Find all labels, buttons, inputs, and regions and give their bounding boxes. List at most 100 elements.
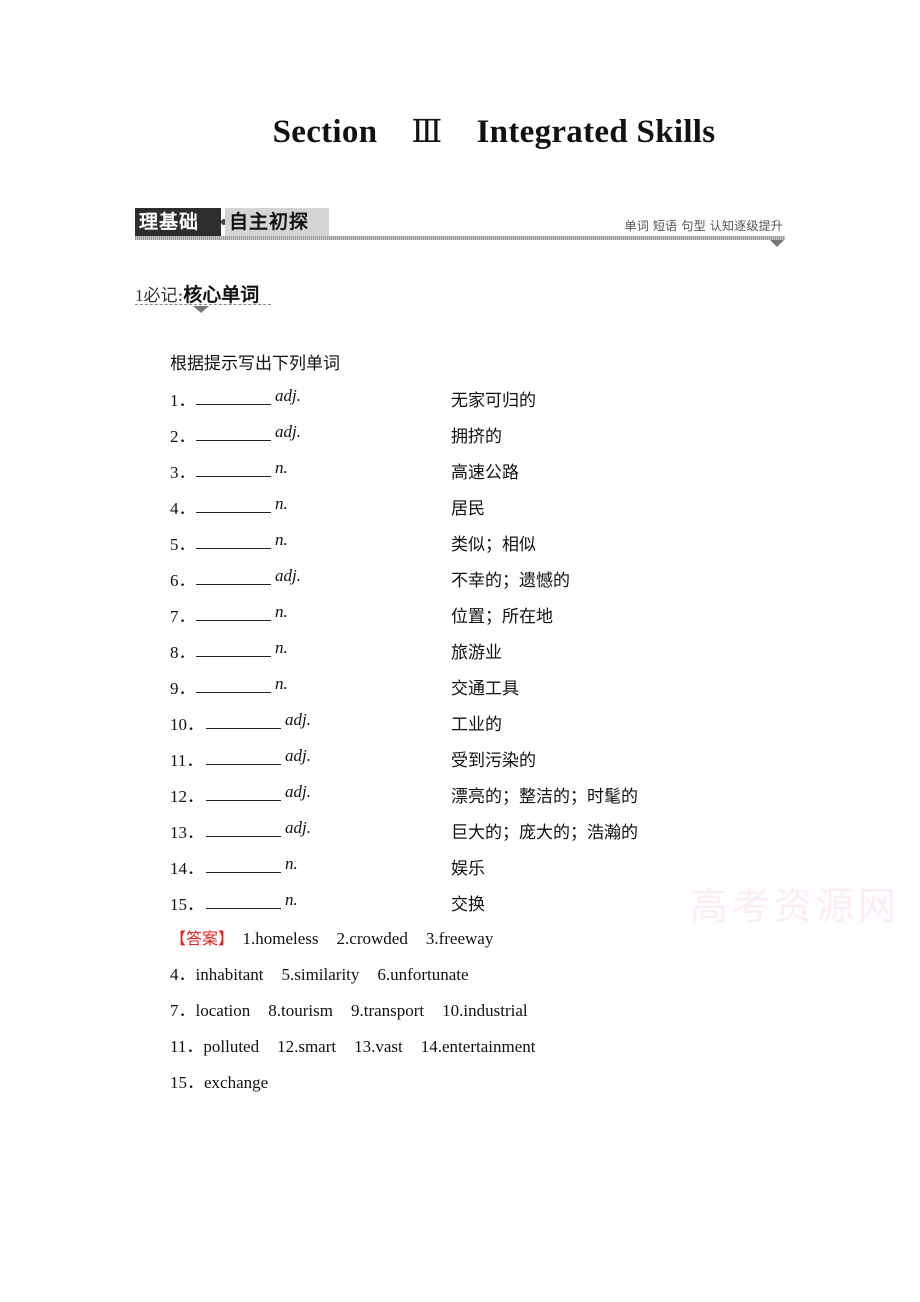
instruction-text: 根据提示写出下列单词 (170, 354, 340, 374)
answer-word: 1.homeless (242, 929, 319, 948)
answer-blank[interactable] (206, 854, 281, 873)
chinese-meaning: 高速公路 (451, 463, 519, 483)
item-number: 1． (170, 391, 196, 410)
chinese-meaning: 不幸的；遗憾的 (451, 571, 570, 591)
banner-light-label: 自主初探 (225, 208, 329, 236)
answer-blank[interactable] (206, 818, 281, 837)
watermark: 高考资源网 (690, 884, 901, 928)
answer-blank[interactable] (206, 782, 281, 801)
answer-block: 【答案】 1.homeless 2.crowded 3.freeway 4．inhab… (170, 927, 553, 1107)
answer-blank[interactable] (196, 530, 271, 549)
item-number: 12． (170, 787, 204, 806)
subsection-title: 核心单词 (183, 284, 260, 306)
part-of-speech: adj. (285, 710, 311, 729)
answer-blank[interactable] (196, 458, 271, 477)
vocab-item: 5． n. 类似；相似 (170, 530, 730, 555)
vocab-item: 9． n. 交通工具 (170, 674, 730, 699)
section-word: Section (272, 114, 378, 150)
vocab-item: 3． n. 高速公路 (170, 458, 730, 483)
part-of-speech: n. (275, 674, 288, 693)
section-banner: 理基础 自主初探 单词 短语 句型 认知逐级提升 (135, 206, 785, 247)
chinese-meaning: 巨大的；庞大的；浩瀚的 (451, 823, 638, 843)
answer-word: 2.crowded (336, 929, 408, 948)
answer-blank[interactable] (206, 890, 281, 909)
item-number: 5． (170, 535, 196, 554)
part-of-speech: n. (275, 458, 288, 477)
part-of-speech: n. (285, 890, 298, 909)
answer-word: 13.vast (354, 1037, 403, 1056)
item-number: 13． (170, 823, 204, 842)
answer-word: 6.unfortunate (377, 965, 469, 984)
answer-word: 5.similarity (281, 965, 360, 984)
part-of-speech: n. (275, 530, 288, 549)
part-of-speech: n. (275, 494, 288, 513)
answer-blank[interactable] (196, 602, 271, 621)
vocab-item: 14． n. 娱乐 (170, 854, 730, 879)
item-number: 6． (170, 571, 196, 590)
item-number: 2． (170, 427, 196, 446)
vocab-item: 6． adj. 不幸的；遗憾的 (170, 566, 730, 591)
item-number: 7． (170, 607, 196, 626)
answer-line: 7．location 8.tourism 9.transport 10.industr… (170, 999, 553, 1035)
answer-blank[interactable] (196, 422, 271, 441)
banner-rule (135, 236, 785, 240)
vocab-item: 12． adj. 漂亮的；整洁的；时髦的 (170, 782, 730, 807)
chinese-meaning: 交换 (451, 895, 485, 915)
part-of-speech: n. (275, 638, 288, 657)
subsection-prefix: 必记: (143, 286, 184, 306)
part-of-speech: adj. (285, 746, 311, 765)
item-number: 14． (170, 859, 204, 878)
answer-blank[interactable] (196, 566, 271, 585)
answer-word: 15．exchange (170, 1073, 269, 1092)
chinese-meaning: 旅游业 (451, 643, 502, 663)
answer-word: 4．inhabitant (170, 965, 264, 984)
part-of-speech: n. (275, 602, 288, 621)
answer-blank[interactable] (196, 638, 271, 657)
item-number: 11． (170, 751, 204, 770)
item-number: 8． (170, 643, 196, 662)
subsection-heading: 1必记:核心单词 (135, 280, 271, 313)
vocab-item: 4． n. 居民 (170, 494, 730, 519)
answer-blank[interactable] (196, 674, 271, 693)
triangle-down-icon (770, 240, 784, 247)
answer-word: 7．location (170, 1001, 251, 1020)
chinese-meaning: 工业的 (451, 715, 502, 735)
triangle-down-icon (193, 306, 209, 313)
section-numeral: Ⅲ (411, 113, 443, 149)
subsection-dashed-underline (135, 304, 271, 305)
answer-line: 4．inhabitant 5.similarity 6.unfortunate (170, 963, 553, 999)
chinese-meaning: 位置；所在地 (451, 607, 553, 627)
answer-word: 3.freeway (425, 929, 494, 948)
item-number: 10． (170, 715, 204, 734)
answer-label: 【答案】 (170, 929, 235, 948)
answer-word: 11．polluted (170, 1037, 260, 1056)
answer-word: 12.smart (277, 1037, 337, 1056)
subsection-number: 1 (135, 286, 144, 305)
chinese-meaning: 娱乐 (451, 859, 485, 879)
item-number: 9． (170, 679, 196, 698)
vocab-item: 11． adj. 受到污染的 (170, 746, 730, 771)
part-of-speech: adj. (275, 566, 301, 585)
answer-blank[interactable] (196, 494, 271, 513)
vocab-item: 10． adj. 工业的 (170, 710, 730, 735)
vocab-item: 13． adj. 巨大的；庞大的；浩瀚的 (170, 818, 730, 843)
answer-blank[interactable] (206, 710, 281, 729)
banner-dark-label: 理基础 (135, 208, 221, 236)
section-title: Section Ⅲ Integrated Skills (0, 112, 920, 151)
answer-line: 15．exchange (170, 1071, 553, 1107)
answer-blank[interactable] (196, 386, 271, 405)
answer-blank[interactable] (206, 746, 281, 765)
item-number: 4． (170, 499, 196, 518)
vocab-item: 8． n. 旅游业 (170, 638, 730, 663)
banner-tagline: 单词 短语 句型 认知逐级提升 (624, 219, 783, 233)
vocab-item: 1． adj. 无家可归的 (170, 386, 730, 411)
part-of-speech: adj. (275, 386, 301, 405)
chinese-meaning: 漂亮的；整洁的；时髦的 (451, 787, 638, 807)
part-of-speech: n. (285, 854, 298, 873)
part-of-speech: adj. (285, 818, 311, 837)
chinese-meaning: 拥挤的 (451, 427, 502, 447)
chinese-meaning: 无家可归的 (451, 391, 536, 411)
vocab-item: 7． n. 位置；所在地 (170, 602, 730, 627)
chinese-meaning: 类似；相似 (451, 535, 536, 555)
answer-word: 14.entertainment (420, 1037, 536, 1056)
